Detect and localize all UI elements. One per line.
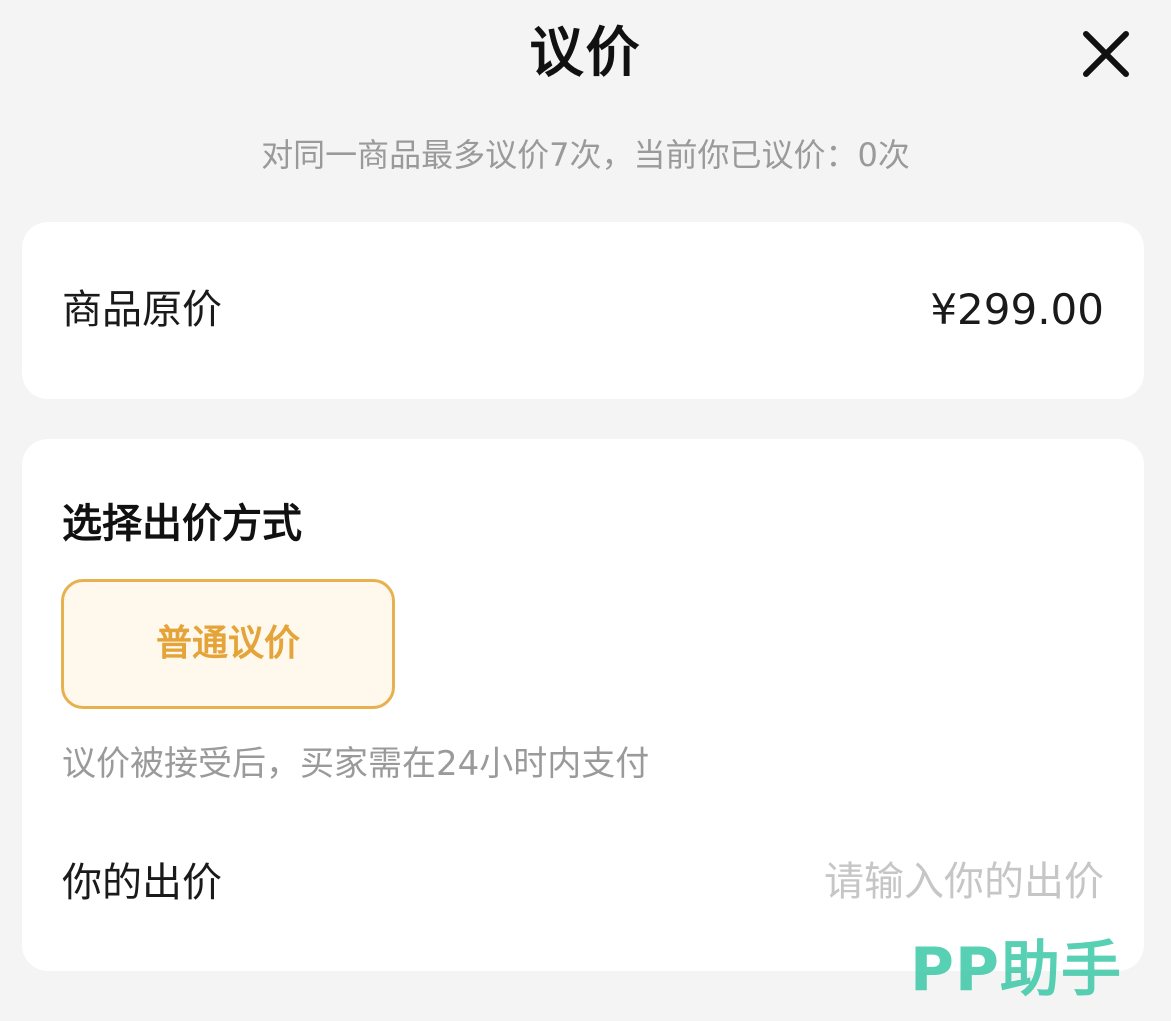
watermark-logo: PP助手 [910, 935, 1122, 1005]
original-price-value: ¥299.00 [930, 285, 1104, 334]
normal-bargain-button[interactable]: 普通议价 [61, 579, 395, 709]
close-icon [1083, 31, 1129, 77]
offer-method-description: 议价被接受后，买家需在24小时内支付 [62, 744, 650, 784]
bid-input[interactable] [684, 853, 1104, 911]
original-price-card: 商品原价 ¥299.00 [22, 222, 1144, 399]
offer-method-title: 选择出价方式 [62, 501, 302, 547]
your-bid-label: 你的出价 [62, 860, 222, 906]
dialog-header: 议价 [0, 0, 1171, 112]
dialog-title: 议价 [529, 21, 642, 84]
original-price-label: 商品原价 [62, 287, 222, 333]
bargain-limit-notice: 对同一商品最多议价7次，当前你已议价：0次 [261, 136, 910, 174]
close-button[interactable] [1076, 24, 1136, 84]
offer-card: 选择出价方式 普通议价 议价被接受后，买家需在24小时内支付 你的出价 [22, 439, 1144, 971]
